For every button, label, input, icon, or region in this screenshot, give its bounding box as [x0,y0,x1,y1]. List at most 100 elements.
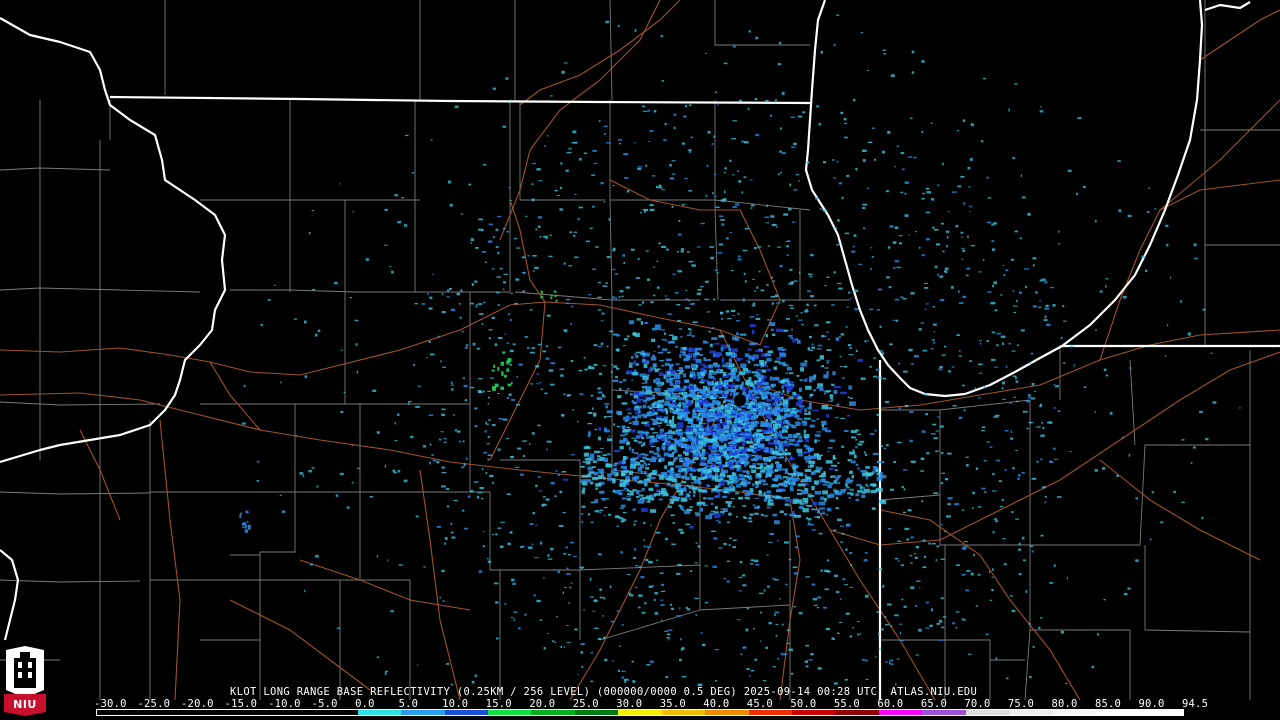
echo-pixel [550,362,556,365]
echo-pixel [928,542,931,545]
echo-pixel [796,448,803,453]
echo-pixel [909,439,913,443]
echo-pixel [840,111,844,115]
echo-pixel [242,523,245,526]
echo-pixel [681,475,687,479]
echo-pixel [649,130,654,132]
echo-pixel [801,323,804,326]
echo-pixel [805,665,809,668]
echo-pixel [501,371,504,376]
echo-pixel [730,270,734,272]
echo-pixel [631,400,634,404]
echo-pixel [705,52,708,54]
echo-pixel [644,379,648,384]
echo-pixel [677,251,679,253]
echo-pixel [852,98,856,102]
echo-pixel [668,419,675,424]
echo-pixel [944,267,949,271]
echo-pixel [725,310,730,313]
echo-pixel [874,429,877,432]
echo-pixel [568,148,572,150]
echo-pixel [631,437,636,439]
echo-pixel [816,607,819,609]
echo-pixel [606,345,609,348]
echo-pixel [550,294,553,297]
echo-pixel [902,297,907,300]
echo-pixel [495,246,499,248]
echo-pixel [627,493,631,496]
echo-pixel [629,362,633,365]
echo-pixel [477,390,482,393]
echo-pixel [914,556,918,559]
echo-pixel [714,506,718,510]
echo-pixel [723,543,727,546]
echo-pixel [570,323,573,325]
echo-pixel [777,346,784,351]
echo-pixel [713,388,719,392]
echo-pixel [478,313,484,315]
echo-pixel [661,410,664,413]
echo-pixel [675,572,681,575]
echo-pixel [619,439,622,441]
echo-pixel [728,512,732,516]
echo-pixel [866,187,870,189]
echo-pixel [748,517,752,520]
echo-pixel [1009,595,1013,597]
echo-pixel [669,177,675,180]
echo-pixel [1181,439,1185,441]
echo-pixel [616,367,620,370]
logo-window [18,662,22,668]
echo-pixel [732,505,735,508]
echo-pixel [706,311,710,313]
echo-pixel [749,563,754,565]
echo-pixel [929,624,933,628]
echo-pixel [493,582,499,585]
echo-pixel [706,412,714,417]
echo-pixel [775,423,781,427]
echo-pixel [662,417,666,422]
echo-pixel [758,436,763,439]
echo-pixel [478,218,483,221]
echo-pixel [904,192,907,195]
echo-pixel [1013,396,1017,398]
echo-pixel [849,451,855,455]
echo-pixel [726,474,733,478]
echo-pixel [1129,367,1132,370]
echo-pixel [670,467,674,471]
echo-pixel [755,481,759,486]
echo-pixel [754,497,759,499]
echo-pixel [683,414,688,418]
echo-pixel [546,448,548,451]
echo-pixel [772,513,777,517]
echo-pixel [808,522,811,524]
echo-pixel [581,505,586,508]
echo-pixel [727,503,731,508]
echo-pixel [788,208,792,211]
echo-pixel [733,421,737,424]
echo-pixel [955,564,961,566]
echo-pixel [814,490,822,495]
echo-pixel [592,205,595,208]
legend-swatch [183,710,228,715]
echo-pixel [712,456,718,459]
echo-pixel [481,251,487,253]
echo-pixel [782,623,784,626]
echo-pixel [630,464,637,469]
echo-pixel [574,628,578,631]
echo-pixel [844,678,848,681]
echo-pixel [817,439,821,442]
echo-pixel [479,486,485,489]
echo-pixel [476,347,481,350]
echo-pixel [671,476,675,478]
echo-pixel [744,465,747,467]
echo-pixel [837,462,840,464]
echo-pixel [634,405,639,409]
echo-pixel [766,422,773,425]
echo-pixel [672,415,675,420]
echo-pixel [809,424,815,428]
echo-pixel [614,515,620,519]
echo-pixel [574,193,577,195]
echo-pixel [715,206,720,208]
echo-pixel [561,471,567,473]
echo-pixel [1042,486,1046,489]
